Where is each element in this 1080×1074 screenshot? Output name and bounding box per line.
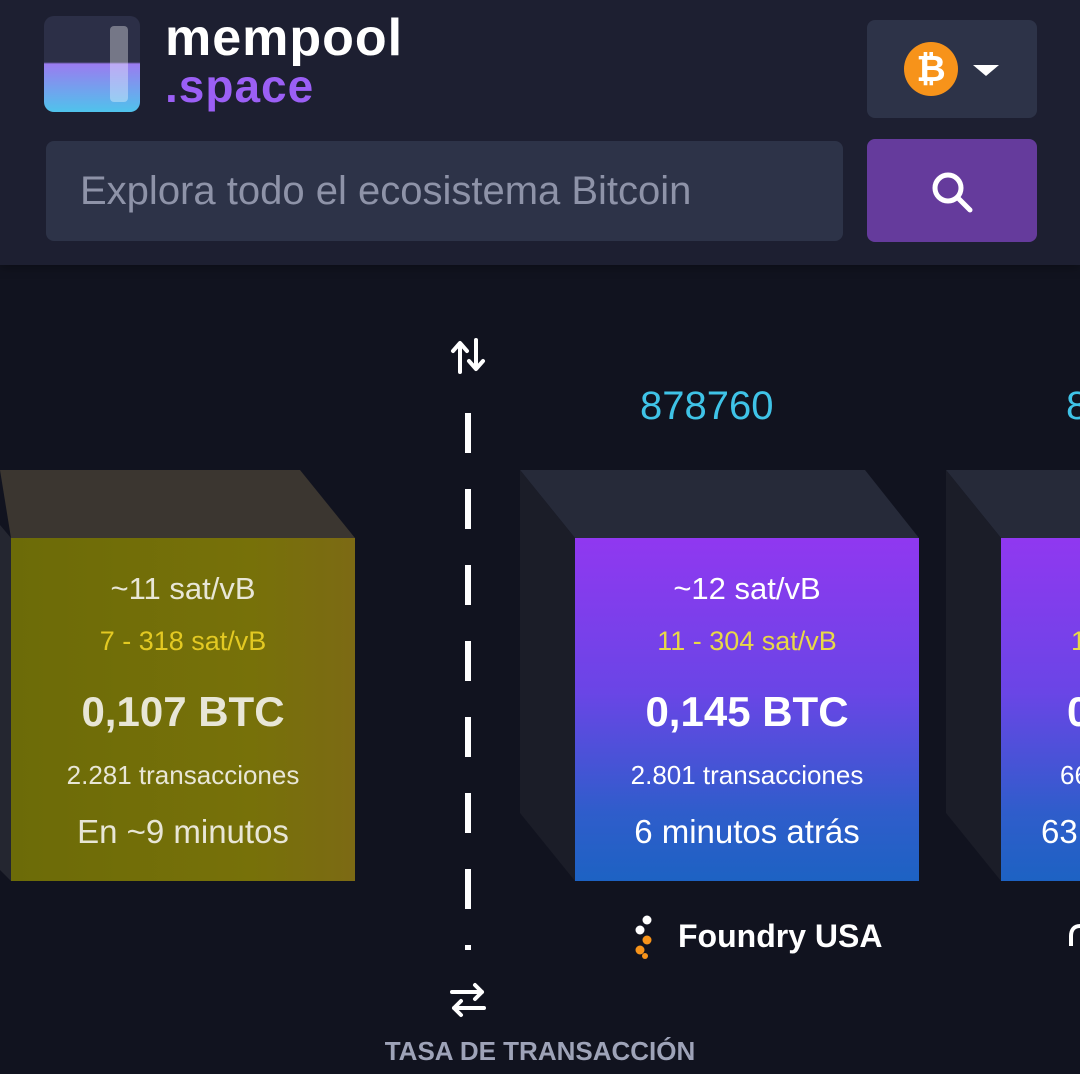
- search-button[interactable]: [867, 139, 1037, 242]
- median-fee: ~11 sat/vB: [110, 571, 256, 606]
- foundry-logo-icon: [635, 915, 652, 959]
- block-total-fees: 0: [1067, 688, 1080, 735]
- block-time-ago: 6 minutos atrás: [634, 813, 860, 850]
- search-input[interactable]: [46, 141, 843, 241]
- mempool-blockchain-divider: [465, 413, 471, 950]
- mined-block[interactable]: ~12 sat/vB 11 - 304 sat/vB 0,145 BTC 2.8…: [575, 538, 919, 881]
- block-total-fees: 0,145 BTC: [645, 688, 849, 735]
- search-icon: [932, 172, 973, 213]
- fee-range: 7 - 318 sat/vB: [99, 626, 267, 656]
- median-fee: ~12 sat/vB: [673, 571, 821, 606]
- chevron-down-icon: [973, 65, 999, 76]
- block-eta: En ~9 minutos: [77, 813, 289, 850]
- block-total-fees: 0,107 BTC: [81, 688, 285, 735]
- transaction-count: 66: [1060, 760, 1080, 790]
- pool-logo-icon: [1069, 924, 1080, 946]
- fee-range: 11 - 304 sat/vB: [657, 626, 837, 656]
- block-time-ago: 63: [1041, 813, 1078, 850]
- network-selector-button[interactable]: ₿: [867, 20, 1037, 118]
- transaction-count: 2.801 transacciones: [630, 760, 864, 790]
- swap-arrows-icon[interactable]: [448, 980, 488, 1020]
- block-height-link[interactable]: 878760: [640, 384, 773, 429]
- transaction-count: 2.281 transacciones: [66, 760, 300, 790]
- fee-rate-label: TASA DE TRANSACCIÓN: [384, 1036, 696, 1066]
- logo-wordmark-suffix[interactable]: .space: [165, 58, 314, 114]
- mining-pool-name[interactable]: Foundry USA: [678, 918, 882, 955]
- mined-block-partial[interactable]: 1 0 66 63: [1001, 538, 1080, 881]
- sort-arrows-icon[interactable]: [449, 336, 489, 376]
- logo-bar: [110, 26, 128, 102]
- fee-range: 1: [1071, 626, 1080, 656]
- pending-block[interactable]: ~11 sat/vB 7 - 318 sat/vB 0,107 BTC 2.28…: [11, 538, 355, 881]
- top-navbar: mempool .space ₿: [0, 0, 1080, 265]
- mempool-logo-icon[interactable]: [44, 16, 140, 112]
- bitcoin-icon: ₿: [904, 42, 958, 96]
- block-height-link-partial[interactable]: 8: [1066, 384, 1080, 429]
